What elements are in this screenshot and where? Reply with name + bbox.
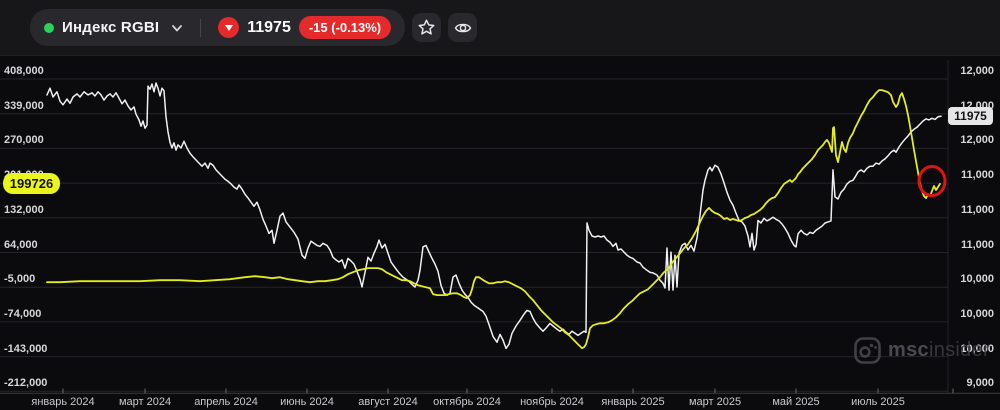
portfolio-value-badge: 199726 xyxy=(3,173,60,195)
trading-app: { "header": { "instrument_name": "Индекс… xyxy=(0,0,1000,410)
y-axis-label-left: 339,000 xyxy=(4,99,44,112)
x-axis-label: март 2025 xyxy=(688,396,742,408)
x-axis-label: январь 2024 xyxy=(31,396,95,408)
x-axis-label: май 2025 xyxy=(772,396,820,408)
y-axis-label-left: -5,000 xyxy=(4,273,36,286)
star-icon xyxy=(418,19,435,35)
x-axis-label: июнь 2024 xyxy=(280,396,334,408)
price-value-badge: 11975 xyxy=(948,107,993,126)
y-axis-label-left: -74,000 xyxy=(4,307,42,320)
favorite-button[interactable] xyxy=(412,13,442,42)
x-axis-label: апрель 2024 xyxy=(194,396,258,408)
current-price: 11975 xyxy=(247,18,291,36)
y-axis-label-left: -143,000 xyxy=(4,342,48,355)
eye-icon xyxy=(454,23,471,32)
y-axis-label-right: 11,000 xyxy=(960,169,994,182)
y-axis-label-left: 64,000 xyxy=(4,238,38,251)
watermark-text: mscinsider xyxy=(888,339,990,361)
y-axis-label-left: 408,000 xyxy=(4,65,44,77)
x-axis-label: октябрь 2024 xyxy=(433,396,501,408)
y-axis-label-right: 12,000 xyxy=(960,65,994,77)
y-axis-label-left: 270,000 xyxy=(4,134,44,147)
instrument-name: Индекс RGBI xyxy=(62,19,160,36)
change-badge: -15 (-0.13%) xyxy=(298,16,392,39)
price-down-icon xyxy=(218,17,240,38)
market-open-dot-icon xyxy=(44,22,54,33)
x-axis-label: январь 2025 xyxy=(601,396,665,408)
y-axis-label-right: 11,000 xyxy=(960,238,994,251)
toolbar: Индекс RGBI 11975 -15 (-0.13%) xyxy=(0,0,1000,56)
y-axis-label-right: 12,000 xyxy=(960,134,994,147)
x-axis-label: август 2024 xyxy=(358,396,418,408)
x-axis-label: июль 2025 xyxy=(851,396,905,408)
x-axis-label: март 2024 xyxy=(118,396,172,408)
y-axis-label-right: 9,000 xyxy=(966,377,994,390)
chart-canvas[interactable]: 199726 11975 mscinsider 408,000 339,000 27… xyxy=(0,0,1000,410)
y-axis-label-right: 10,000 xyxy=(960,307,994,320)
watch-button[interactable] xyxy=(448,13,478,42)
chevron-down-icon[interactable] xyxy=(171,22,183,34)
msc-insider-logo-icon xyxy=(854,337,881,364)
y-axis-label-left: 132,000 xyxy=(4,203,44,216)
y-axis-label-right: 10,000 xyxy=(960,273,994,286)
y-axis-label-left: -212,000 xyxy=(4,377,48,390)
watermark: mscinsider xyxy=(854,337,990,364)
portfolio-line xyxy=(46,89,941,350)
divider xyxy=(200,18,202,37)
instrument-selector[interactable]: Индекс RGBI 11975 -15 (-0.13%) xyxy=(30,9,406,46)
chart-plot-svg[interactable] xyxy=(0,0,1000,410)
x-axis-label: ноябрь 2024 xyxy=(520,396,584,408)
y-axis-label-right: 11,000 xyxy=(960,203,994,216)
rgbi-index-line xyxy=(46,82,942,350)
